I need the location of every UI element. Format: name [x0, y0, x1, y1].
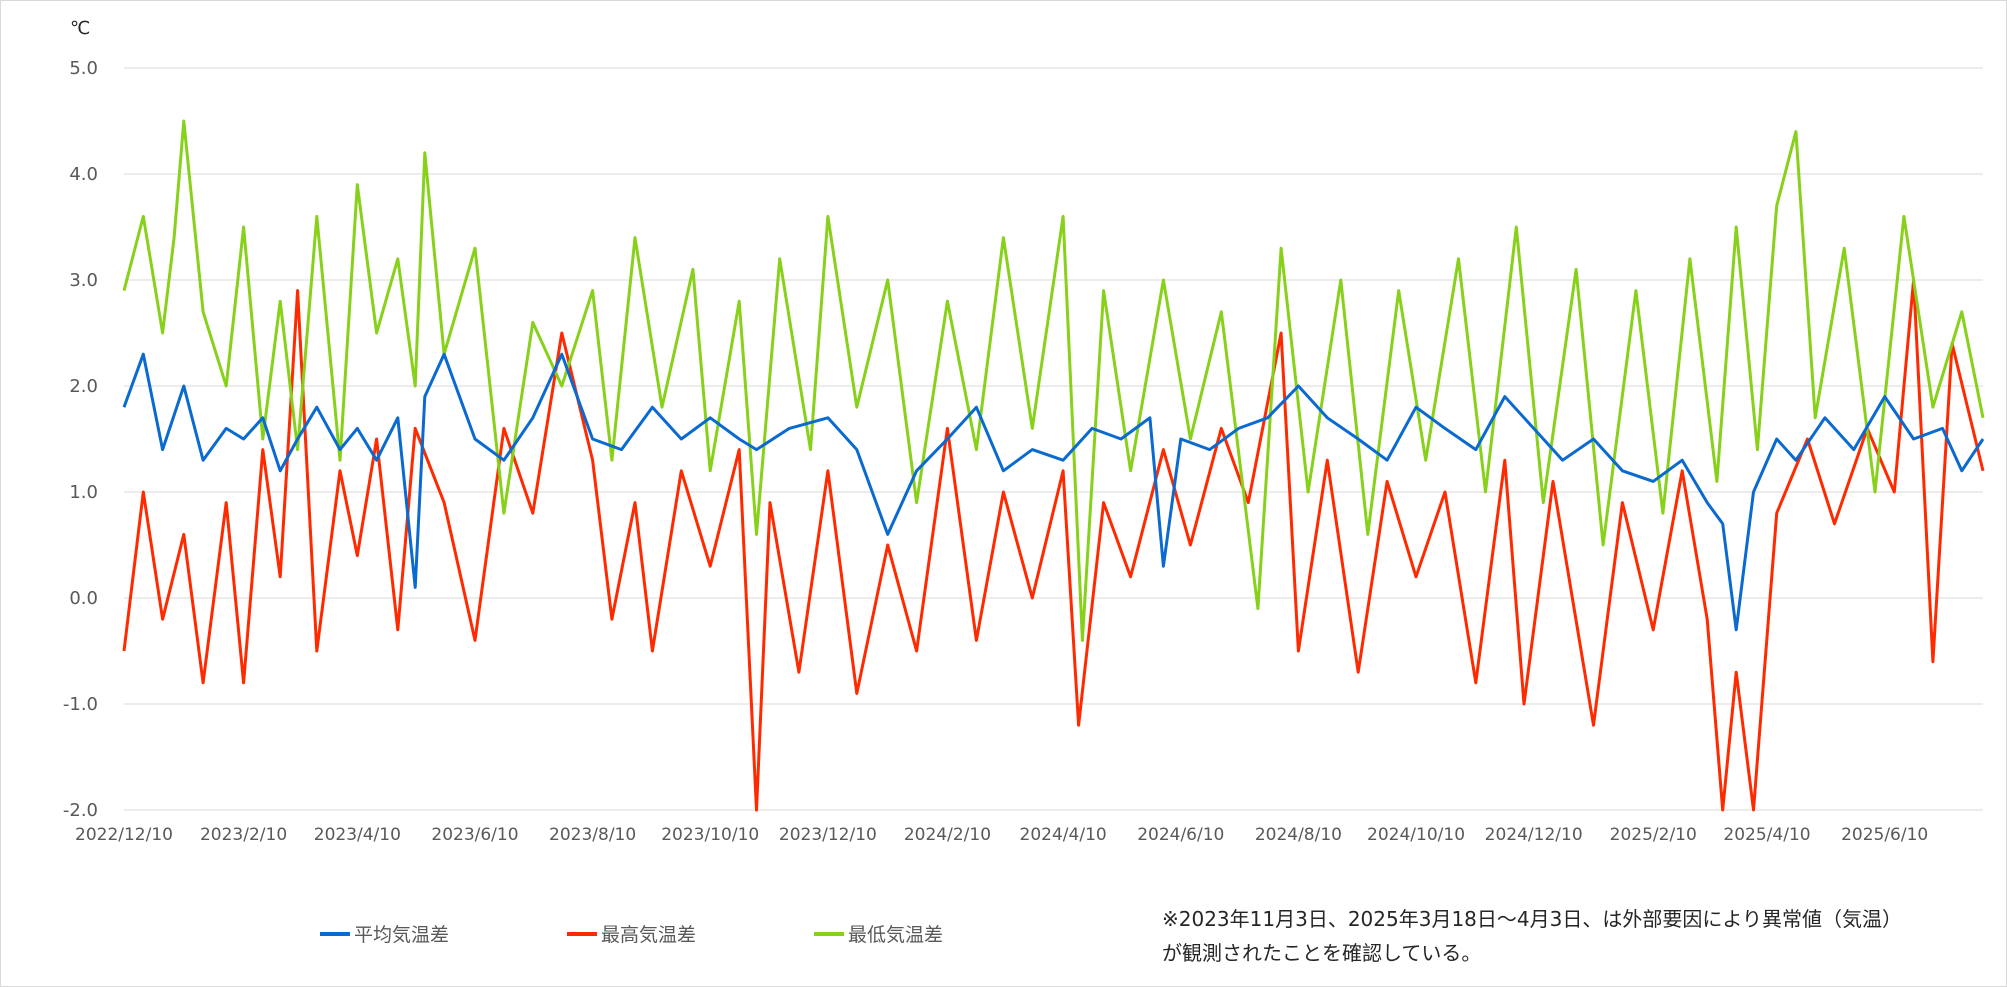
x-tick-label: 2025/6/10	[1841, 825, 1928, 845]
x-tick-label: 2023/6/10	[431, 825, 518, 845]
grid-lines	[124, 67, 1983, 811]
x-tick-label: 2023/2/10	[200, 825, 287, 845]
y-tick-label: 0.0	[69, 588, 98, 609]
y-tick-label: 3.0	[69, 270, 98, 291]
y-tick-label: 2.0	[69, 376, 98, 397]
x-tick-label: 2024/10/10	[1367, 825, 1465, 845]
legend-item-max: 最高気温差	[567, 920, 696, 947]
anomaly-note-line-1: ※2023年11月3日、2025年3月18日〜4月3日、は外部要因により異常値（…	[1162, 907, 1902, 931]
legend-swatch-max	[567, 931, 597, 936]
series-line-max	[122, 278, 1985, 812]
x-tick-label: 2024/2/10	[904, 825, 991, 845]
x-tick-label: 2023/4/10	[314, 825, 401, 845]
legend-swatch-min	[814, 931, 844, 936]
legend-item-avg: 平均気温差	[320, 920, 449, 947]
y-tick-label: -1.0	[63, 694, 98, 715]
y-tick-label: 5.0	[69, 58, 98, 79]
x-tick-label: 2024/4/10	[1020, 825, 1107, 845]
y-tick-label: 4.0	[69, 164, 98, 185]
y-tick-labels: 5.0 4.0 3.0 2.0 1.0 0.0 -1.0 -2.0	[63, 58, 98, 821]
anomaly-note-line-2: が観測されたことを確認している。	[1162, 941, 1482, 965]
y-axis-unit: ℃	[70, 18, 90, 39]
legend-label-min: 最低気温差	[848, 924, 944, 946]
anomaly-note: ※2023年11月3日、2025年3月18日〜4月3日、は外部要因により異常値（…	[1162, 902, 1962, 970]
x-tick-label: 2024/12/10	[1485, 825, 1583, 845]
x-tick-label: 2025/2/10	[1610, 825, 1697, 845]
legend-item-min: 最低気温差	[814, 920, 943, 947]
x-tick-label: 2023/10/10	[661, 825, 759, 845]
y-tick-label: -2.0	[63, 800, 98, 821]
line-chart: ℃ 5.04.03.02.01.00.0-1.0-2.0 2022/12/10 2…	[63, 18, 1985, 845]
x-tick-label: 2025/4/10	[1723, 825, 1810, 845]
legend-label-max: 最高気温差	[601, 924, 697, 946]
x-tick-label: 2024/6/10	[1137, 825, 1224, 845]
x-tick-label: 2022/12/10	[75, 825, 173, 845]
legend-label-avg: 平均気温差	[354, 924, 450, 946]
y-tick-label: 1.0	[69, 482, 98, 503]
series-lines	[122, 119, 1985, 812]
x-tick-label: 2023/12/10	[779, 825, 877, 845]
x-tick-label: 2023/8/10	[549, 825, 636, 845]
legend-swatch-avg	[320, 931, 350, 936]
x-tick-label: 2024/8/10	[1255, 825, 1342, 845]
x-tick-labels: 2022/12/10 2023/2/10 2023/4/10 2023/6/10 202…	[75, 825, 1928, 845]
